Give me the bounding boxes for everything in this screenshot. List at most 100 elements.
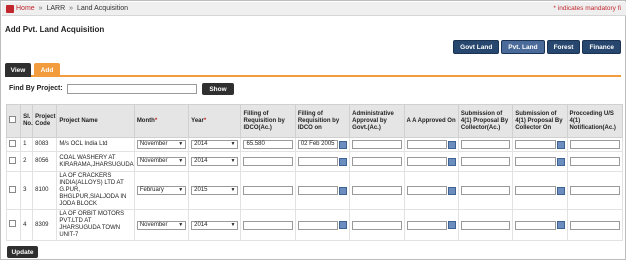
aa-approved-date-input[interactable] bbox=[406, 220, 447, 230]
code-cell: 8309 bbox=[32, 209, 58, 241]
col-sl: Sl. No. bbox=[20, 104, 34, 138]
month-select[interactable]: November ▼ bbox=[136, 220, 187, 230]
calendar-icon[interactable] bbox=[447, 186, 456, 195]
calendar-icon[interactable] bbox=[447, 157, 456, 166]
sub-on-cell bbox=[512, 171, 568, 210]
admin-approval-input[interactable] bbox=[352, 186, 402, 195]
year-cell: 2015 ▼ bbox=[188, 171, 242, 210]
year-select[interactable]: 2014 ▼ bbox=[191, 220, 239, 230]
tab-view[interactable]: View bbox=[5, 63, 31, 77]
sl-cell: 1 bbox=[20, 137, 34, 152]
code-cell: 8100 bbox=[32, 171, 58, 210]
dropdown-arrow-icon: ▼ bbox=[230, 158, 236, 164]
submission-ac-input[interactable] bbox=[460, 220, 511, 230]
calendar-icon[interactable] bbox=[556, 186, 565, 195]
filling-on-date-input[interactable] bbox=[297, 186, 339, 195]
year-select[interactable]: 2014 ▼ bbox=[191, 140, 239, 149]
year-cell: 2014 ▼ bbox=[188, 209, 242, 241]
breadcrumb-home[interactable]: Home bbox=[16, 5, 35, 12]
table-header-row: Sl. No. Project Code Project Name Month*… bbox=[5, 104, 624, 138]
row-checkbox[interactable] bbox=[9, 185, 16, 193]
proceeding-ac-input[interactable] bbox=[569, 157, 620, 166]
filling-ac-input[interactable] bbox=[243, 157, 293, 166]
month-select[interactable]: November ▼ bbox=[136, 140, 187, 149]
proc-cell bbox=[566, 151, 624, 172]
calendar-icon[interactable] bbox=[447, 140, 456, 149]
filling-ac-input[interactable]: 65.580 bbox=[243, 140, 293, 149]
admin-approval-input[interactable] bbox=[352, 140, 402, 149]
select-all-checkbox[interactable] bbox=[9, 116, 16, 123]
col-sub-on: Submission of 4(1) Proposal By Collector… bbox=[512, 104, 568, 138]
pvt-land-button[interactable]: Pvt. Land bbox=[501, 40, 545, 54]
year-select[interactable]: 2015 ▼ bbox=[191, 186, 239, 195]
admin-approval-input[interactable] bbox=[352, 220, 402, 230]
col-filling-on: Filling of Requisition by IDCO on bbox=[294, 104, 351, 138]
filling-on-date-input[interactable] bbox=[297, 220, 339, 230]
submission-on-date-input[interactable] bbox=[515, 140, 556, 149]
calendar-icon[interactable] bbox=[556, 157, 565, 166]
dropdown-arrow-icon: ▼ bbox=[178, 141, 184, 147]
calendar-icon[interactable] bbox=[339, 221, 348, 229]
month-select[interactable]: February ▼ bbox=[136, 186, 187, 195]
breadcrumb-separator: » bbox=[69, 5, 74, 12]
year-cell: 2014 ▼ bbox=[188, 137, 242, 152]
aa-on-cell bbox=[403, 137, 459, 152]
proceeding-ac-input[interactable] bbox=[569, 186, 620, 195]
breadcrumb-bar: Home » LARR » Land Acquisition * indicat… bbox=[2, 2, 626, 16]
tab-add[interactable]: Add bbox=[34, 63, 60, 77]
calendar-icon[interactable] bbox=[556, 221, 565, 229]
row-checkbox[interactable] bbox=[9, 139, 16, 147]
calendar-icon[interactable] bbox=[447, 221, 456, 229]
proc-cell bbox=[566, 137, 624, 152]
calendar-icon[interactable] bbox=[339, 186, 348, 195]
show-button[interactable]: Show bbox=[202, 83, 234, 95]
submission-on-date-input[interactable] bbox=[515, 220, 556, 230]
filling-ac-input[interactable] bbox=[243, 220, 293, 230]
breadcrumb-larr[interactable]: LARR bbox=[47, 5, 66, 12]
filling-on-date-input[interactable]: 02 Feb 2005 bbox=[297, 140, 339, 149]
submission-on-date-input[interactable] bbox=[515, 157, 556, 166]
calendar-icon[interactable] bbox=[339, 157, 348, 166]
admin-approval-input[interactable] bbox=[352, 157, 402, 166]
aa-approved-date-input[interactable] bbox=[406, 186, 447, 195]
update-button[interactable]: Update bbox=[7, 246, 38, 258]
month-select[interactable]: November ▼ bbox=[136, 157, 187, 166]
month-cell: November ▼ bbox=[133, 137, 190, 152]
submission-on-date-input[interactable] bbox=[515, 186, 556, 195]
breadcrumb: Home » LARR » Land Acquisition bbox=[16, 5, 128, 12]
aa-approved-date-input[interactable] bbox=[406, 157, 447, 166]
sl-cell: 3 bbox=[20, 171, 34, 210]
sl-cell: 2 bbox=[20, 151, 34, 172]
forest-button[interactable]: Forest bbox=[546, 40, 581, 54]
submission-ac-input[interactable] bbox=[460, 157, 511, 166]
proceeding-ac-input[interactable] bbox=[569, 220, 620, 230]
calendar-icon[interactable] bbox=[339, 140, 348, 149]
proceeding-ac-input[interactable] bbox=[569, 140, 620, 149]
filling-on-date-input[interactable] bbox=[297, 157, 339, 166]
finance-button[interactable]: Finance bbox=[582, 40, 621, 54]
dropdown-arrow-icon: ▼ bbox=[230, 187, 236, 193]
month-cell: February ▼ bbox=[133, 171, 190, 210]
year-select[interactable]: 2014 ▼ bbox=[191, 157, 239, 166]
admin-cell bbox=[349, 209, 405, 241]
table-row: 2 8056 COAL WASHERY AT KIRARAMA,JHARSUGUDA… bbox=[5, 151, 624, 172]
breadcrumb-separator: » bbox=[38, 5, 43, 12]
filling-ac-cell bbox=[240, 209, 296, 241]
govt-land-button[interactable]: Govt Land bbox=[453, 40, 500, 54]
dropdown-arrow-icon: ▼ bbox=[230, 221, 236, 228]
submission-ac-input[interactable] bbox=[460, 140, 511, 149]
find-project-input[interactable] bbox=[67, 84, 197, 94]
dropdown-arrow-icon: ▼ bbox=[178, 158, 184, 164]
row-checkbox[interactable] bbox=[9, 220, 16, 227]
col-admin: Administrative Approval by Govt.(Ac.) bbox=[349, 104, 405, 138]
home-icon[interactable] bbox=[6, 5, 14, 13]
code-cell: 8056 bbox=[32, 151, 58, 172]
proc-cell bbox=[566, 171, 624, 210]
sub-on-cell bbox=[512, 209, 568, 241]
filling-ac-input[interactable] bbox=[243, 186, 293, 195]
filling-ac-cell bbox=[240, 151, 296, 172]
aa-approved-date-input[interactable] bbox=[406, 140, 447, 149]
row-checkbox[interactable] bbox=[9, 156, 16, 164]
calendar-icon[interactable] bbox=[556, 140, 565, 149]
submission-ac-input[interactable] bbox=[460, 186, 511, 195]
